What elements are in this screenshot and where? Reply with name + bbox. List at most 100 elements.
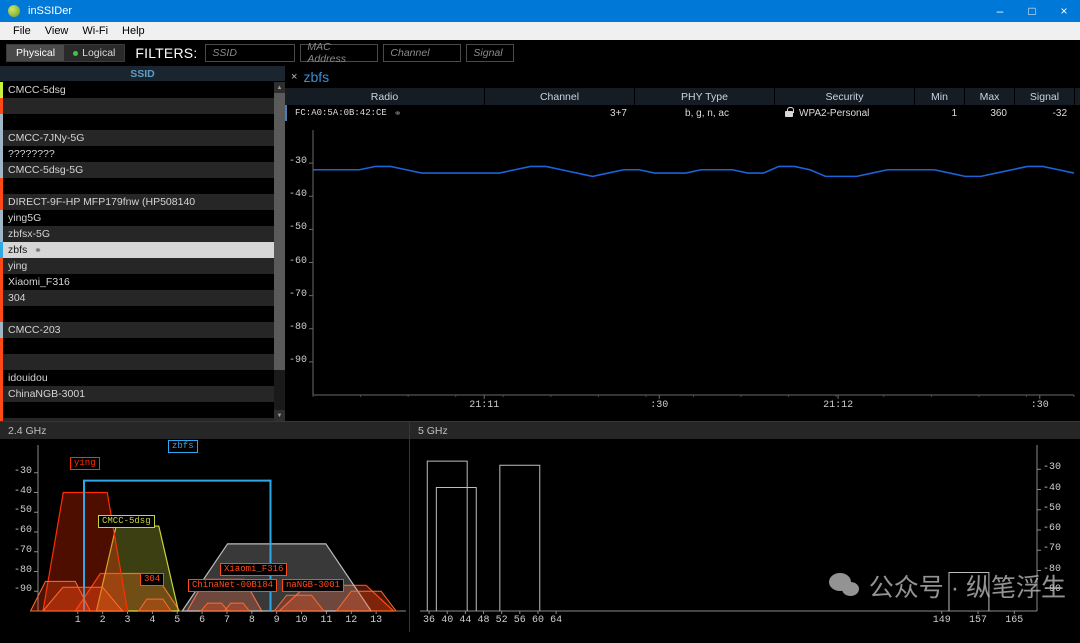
y-tick-label: -90 xyxy=(13,584,32,596)
network-label[interactable]: naNGB-3001 xyxy=(282,579,345,592)
close-icon[interactable]: × xyxy=(1048,0,1080,22)
lock-icon xyxy=(785,106,794,117)
list-item[interactable]: idouidou xyxy=(0,370,285,386)
detail-panel: × zbfs Radio Channel PHY Type Security M… xyxy=(285,66,1080,421)
network-label[interactable]: zbfs xyxy=(168,440,198,453)
menu-item-file[interactable]: File xyxy=(6,24,38,38)
signal-over-time-chart[interactable]: -30 -40 -50 -60 -70 -80 -90 21:11:30 21:12:30 xyxy=(285,126,1080,421)
list-item[interactable] xyxy=(0,98,285,114)
column-header-phy-type[interactable]: PHY Type xyxy=(635,88,775,105)
list-item[interactable] xyxy=(0,338,285,354)
list-item[interactable] xyxy=(0,306,285,322)
x-tick-label: 13 xyxy=(370,615,383,626)
list-item[interactable]: 304 xyxy=(0,290,285,306)
list-item-label: CMCC-5dsg xyxy=(8,84,66,96)
detail-close-icon[interactable]: × xyxy=(291,71,297,83)
chart-2-4ghz[interactable]: 2.4 GHz -30 -40 -50 -60 -70 -80 -90 1 2 3 4 5 6 7 8 9 10… xyxy=(0,422,410,632)
menu-bar: File View Wi-Fi Help xyxy=(0,22,1080,40)
link-icon: ⚭ xyxy=(393,107,401,118)
column-header-signal[interactable]: Signal xyxy=(1015,88,1075,105)
list-item[interactable] xyxy=(0,114,285,130)
y-tick-label: -50 xyxy=(288,222,307,234)
y-tick-label: -90 xyxy=(288,354,307,366)
view-mode-physical[interactable]: Physical xyxy=(7,45,65,61)
y-tick-label: -30 xyxy=(288,156,307,168)
scrollbar-thumb[interactable] xyxy=(274,93,285,370)
column-header-channel[interactable]: Channel xyxy=(485,88,635,105)
x-tick-label: 157 xyxy=(969,615,988,626)
list-item[interactable]: ying xyxy=(0,258,285,274)
column-header-max[interactable]: Max xyxy=(965,88,1015,105)
y-tick-label: -70 xyxy=(288,288,307,300)
list-item[interactable]: zbfsx-5G xyxy=(0,226,285,242)
network-label[interactable]: 304 xyxy=(140,573,165,586)
x-tick-label: 36 xyxy=(423,615,436,626)
list-item[interactable]: zbfs ⚭ xyxy=(0,242,285,258)
menu-item-wifi[interactable]: Wi-Fi xyxy=(75,24,115,38)
menu-item-help[interactable]: Help xyxy=(115,24,152,38)
minimize-icon[interactable]: – xyxy=(984,0,1016,22)
cell-min: 1 xyxy=(951,107,957,119)
network-label[interactable]: CMCC-5dsg xyxy=(98,515,155,528)
menu-item-view[interactable]: View xyxy=(38,24,76,38)
y-tick-label: -80 xyxy=(13,564,32,576)
view-mode-toggle: Physical Logical xyxy=(6,44,126,62)
list-item[interactable]: CMCC-5dsg xyxy=(0,82,285,98)
toolbar: Physical Logical FILTERS: SSID MAC Addre… xyxy=(0,40,1080,66)
active-dot-icon xyxy=(73,50,79,56)
band5-svg xyxy=(420,445,1041,614)
column-header-radio[interactable]: Radio xyxy=(285,88,485,105)
column-header-min[interactable]: Min xyxy=(915,88,965,105)
list-item[interactable]: Xiaomi_F316 xyxy=(0,274,285,290)
list-item-label: ChinaNet-00B184 xyxy=(3,420,91,421)
cell-channel: 3+7 xyxy=(610,107,627,119)
filter-ssid-input[interactable]: SSID xyxy=(205,44,296,62)
list-item[interactable] xyxy=(0,178,285,194)
view-mode-logical[interactable]: Logical xyxy=(64,45,124,61)
cell-phy-type: b, g, n, ac xyxy=(685,107,729,119)
network-label[interactable]: ChinaNet-00B184 xyxy=(188,579,278,592)
list-item[interactable]: CMCC-5dsg-5G xyxy=(0,162,285,178)
chart-5ghz[interactable]: 5 GHz -30 -40 -50 -60 -70 -80 -90 36 40 44 48 52 56 6… xyxy=(410,422,1080,632)
cell-max: 360 xyxy=(990,107,1007,119)
chart-2-4ghz-plot[interactable]: -30 -40 -50 -60 -70 -80 -90 1 2 3 4 5 6 7 8 9 10 11 12 13 zb… xyxy=(0,439,409,632)
x-tick-label: :30 xyxy=(650,400,669,411)
table-row[interactable]: FC:A0:5A:0B:42:CE ⚭ 3+7 b, g, n, ac WPA2… xyxy=(285,105,1080,121)
list-item[interactable]: ying5G xyxy=(0,210,285,226)
list-item-label: ChinaNGB-3001 xyxy=(8,388,86,400)
scroll-down-icon[interactable]: ▼ xyxy=(274,410,285,421)
list-item[interactable]: CMCC-7JNy-5G xyxy=(0,130,285,146)
list-item[interactable]: DIRECT-9F-HP MFP179fnw (HP508140 xyxy=(0,194,285,210)
ssid-list[interactable]: CMCC-5dsg CMCC-7JNy-5G???????? CMCC-5dsg-5… xyxy=(0,82,285,421)
scroll-up-icon[interactable]: ▲ xyxy=(274,82,285,93)
list-item-label: Xiaomi_F316 xyxy=(8,276,70,288)
list-item[interactable] xyxy=(0,402,285,418)
x-tick-label: 165 xyxy=(1005,615,1024,626)
network-label[interactable]: Xiaomi_F316 xyxy=(220,563,288,576)
band-charts: 2.4 GHz -30 -40 -50 -60 -70 -80 -90 1 2 3 4 5 6 7 8 9 10… xyxy=(0,421,1080,632)
y-tick-label: -50 xyxy=(1043,502,1062,514)
list-item[interactable]: CMCC-203 xyxy=(0,322,285,338)
list-item[interactable]: ChinaNet-00B184 xyxy=(0,418,285,421)
network-label[interactable]: ying xyxy=(70,457,100,470)
network-color-swatch xyxy=(0,402,3,418)
maximize-icon[interactable]: □ xyxy=(1016,0,1048,22)
network-color-swatch xyxy=(0,98,3,114)
filter-signal-input[interactable]: Signal xyxy=(466,44,515,62)
y-tick-label: -50 xyxy=(13,505,32,517)
y-tick-label: -40 xyxy=(1043,482,1062,494)
chart-5ghz-plot[interactable]: -30 -40 -50 -60 -70 -80 -90 36 40 44 48 52 56 60 64 149… xyxy=(410,439,1080,632)
list-item[interactable]: ???????? xyxy=(0,146,285,162)
ssid-list-scrollbar[interactable]: ▲ ▼ xyxy=(274,82,285,421)
band24-svg xyxy=(29,445,406,614)
x-tick-label: 64 xyxy=(550,615,563,626)
window-controls: – □ × xyxy=(984,0,1080,22)
ssid-column-header[interactable]: SSID xyxy=(0,66,285,82)
list-item[interactable]: ChinaNGB-3001 xyxy=(0,386,285,402)
filter-mac-input[interactable]: MAC Address xyxy=(300,41,379,65)
list-item[interactable] xyxy=(0,354,285,370)
list-item-label: zbfsx-5G xyxy=(8,228,51,240)
filter-channel-input[interactable]: Channel xyxy=(383,44,462,62)
column-header-security[interactable]: Security xyxy=(775,88,915,105)
ssid-panel: SSID CMCC-5dsg CMCC-7JNy-5G???????? CMCC-5… xyxy=(0,66,285,421)
